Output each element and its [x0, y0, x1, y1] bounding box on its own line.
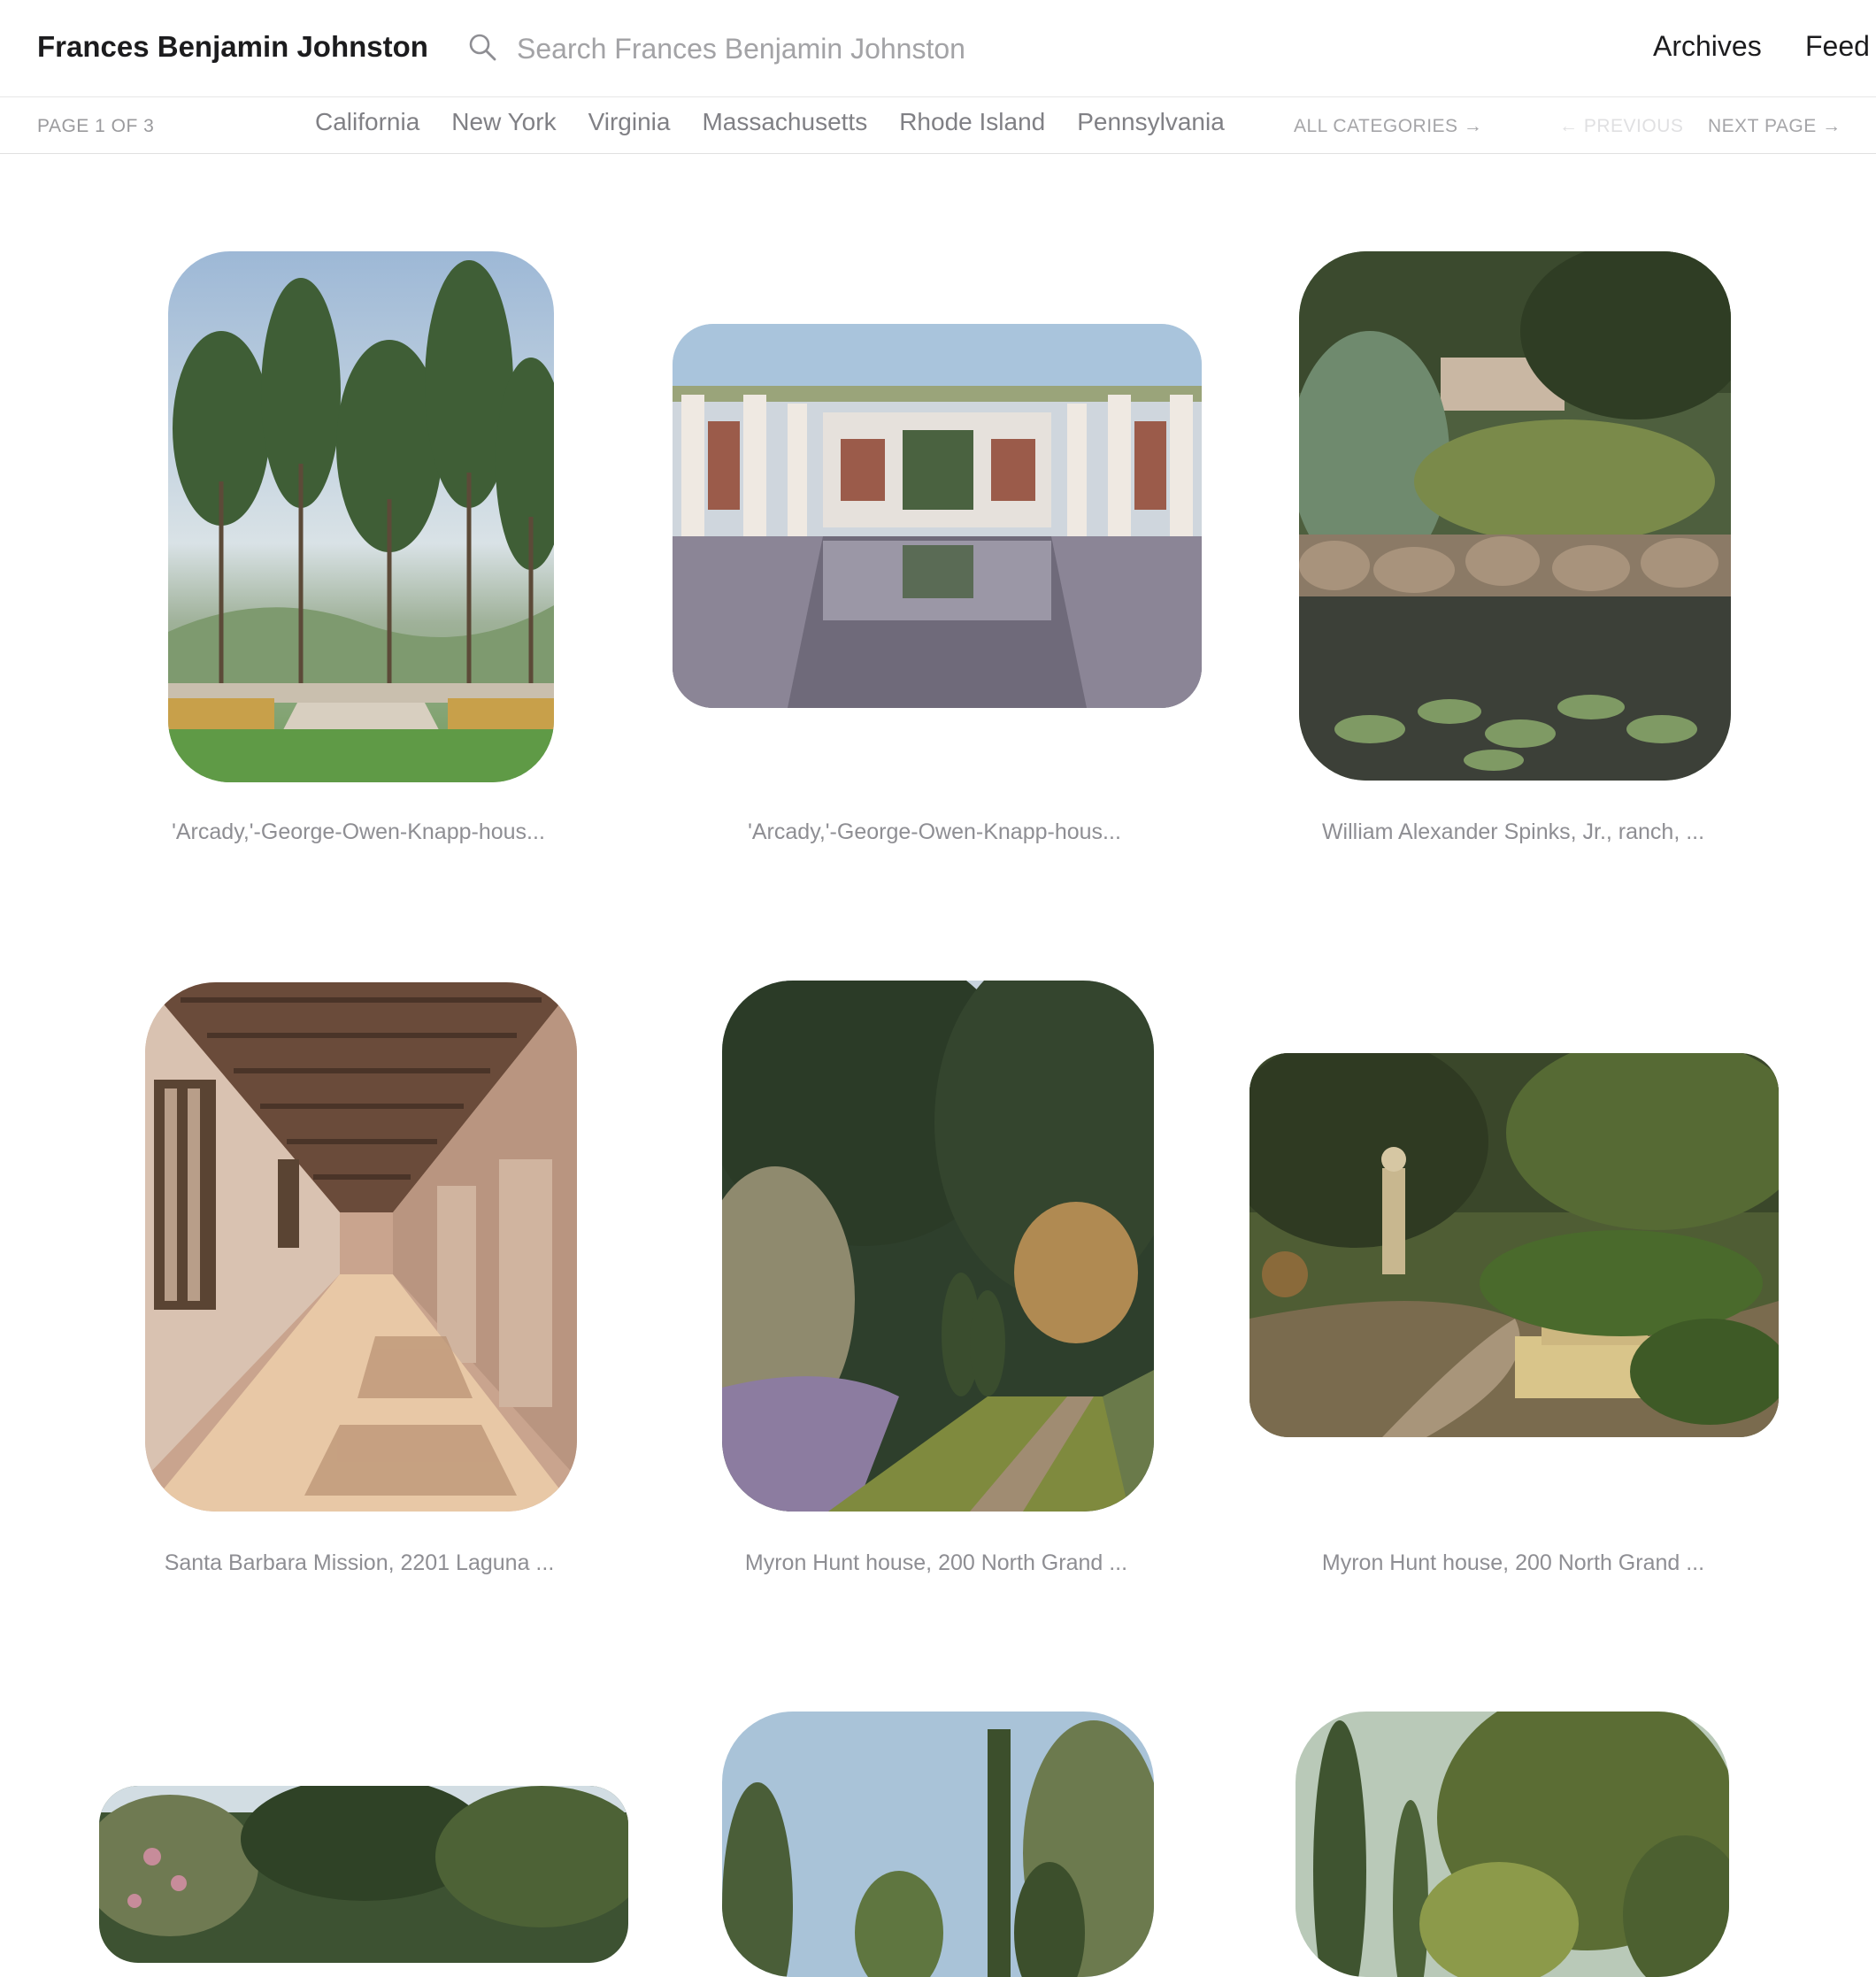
category-list: California New York Virginia Massachuset…: [315, 108, 1257, 136]
category-bar: PAGE 1 OF 3 California New York Virginia…: [0, 97, 1876, 154]
photo-caption[interactable]: 'Arcady,'-George-Owen-Knapp-hous...: [669, 819, 1200, 845]
photo-thumbnail[interactable]: [1249, 1053, 1779, 1437]
photo-caption[interactable]: Myron Hunt house, 200 North Grand ...: [1248, 1550, 1779, 1576]
category-new-york[interactable]: New York: [451, 108, 556, 136]
site-title[interactable]: Frances Benjamin Johnston: [37, 30, 428, 64]
feed-link[interactable]: Feed: [1805, 30, 1870, 63]
photo-thumbnail[interactable]: [99, 1786, 628, 1963]
photo-thumbnail[interactable]: [1296, 1712, 1729, 1977]
category-massachusetts[interactable]: Massachusetts: [702, 108, 867, 136]
search-icon[interactable]: [467, 32, 499, 64]
photo-caption[interactable]: Myron Hunt house, 200 North Grand ...: [671, 1550, 1202, 1576]
all-categories-link[interactable]: ALL CATEGORIES →: [1294, 116, 1482, 137]
photo-caption[interactable]: Santa Barbara Mission, 2201 Laguna ...: [94, 1550, 625, 1576]
next-page-link[interactable]: NEXT PAGE →: [1708, 116, 1841, 137]
photo-thumbnail[interactable]: [145, 982, 577, 1512]
search-input[interactable]: [517, 25, 1260, 73]
photo-caption[interactable]: 'Arcady,'-George-Owen-Knapp-hous...: [93, 819, 624, 845]
photo-thumbnail[interactable]: [673, 324, 1202, 708]
photo-thumbnail[interactable]: [1299, 251, 1731, 781]
photo-caption[interactable]: William Alexander Spinks, Jr., ranch, ..…: [1248, 819, 1779, 845]
archives-link[interactable]: Archives: [1653, 30, 1762, 63]
page-indicator: PAGE 1 OF 3: [37, 116, 155, 136]
category-california[interactable]: California: [315, 108, 419, 136]
category-rhode-island[interactable]: Rhode Island: [899, 108, 1045, 136]
previous-page-link[interactable]: ← PREVIOUS: [1559, 116, 1683, 137]
top-header: Frances Benjamin Johnston Archives Feed: [0, 0, 1876, 97]
category-virginia[interactable]: Virginia: [588, 108, 671, 136]
photo-thumbnail[interactable]: [722, 1712, 1154, 1977]
photo-thumbnail[interactable]: [168, 251, 554, 782]
search-bar: [467, 25, 1264, 73]
photo-thumbnail[interactable]: [722, 981, 1154, 1512]
category-pennsylvania[interactable]: Pennsylvania: [1077, 108, 1225, 136]
